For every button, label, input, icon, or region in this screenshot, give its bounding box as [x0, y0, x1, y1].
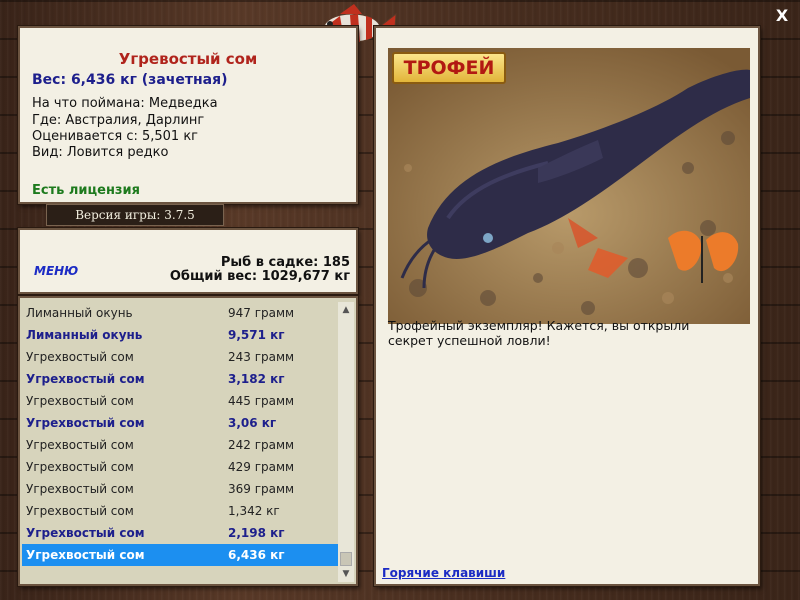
hotkeys-link[interactable]: Горячие клавиши [382, 566, 505, 580]
list-item-weight: 2,198 кг [228, 526, 285, 540]
list-item-weight: 429 грамм [228, 460, 295, 474]
trophy-panel: ТРОФЕЙ Трофейный экземпляр! Кажется, вы … [374, 26, 760, 586]
valued-from-info: Оценивается с: 5,501 кг [32, 129, 199, 144]
list-item[interactable]: Угрехвостый сом 243 грамм [22, 346, 340, 368]
list-item-name: Угрехвостый сом [26, 438, 134, 452]
list-item[interactable]: Угрехвостый сом 242 грамм [22, 434, 340, 456]
location-info: Где: Австралия, Дарлинг [32, 113, 205, 128]
list-item[interactable]: Угрехвостый сом 3,06 кг [22, 412, 340, 434]
list-item-weight: 6,436 кг [228, 548, 285, 562]
list-item-name: Угрехвостый сом [26, 504, 134, 518]
game-version: Версия игры: 3.7.5 [46, 204, 224, 226]
fish-title: Угревостый сом [118, 50, 258, 68]
list-item-name: Угрехвостый сом [26, 482, 134, 496]
menu-button[interactable]: МЕНЮ [34, 264, 78, 278]
list-item-name: Угрехвостый сом [26, 394, 134, 408]
list-item-name: Угрехвостый сом [26, 372, 145, 386]
list-item-name: Угрехвостый сом [26, 350, 134, 364]
rarity-info: Вид: Ловится редко [32, 145, 169, 160]
list-item-weight: 3,06 кг [228, 416, 277, 430]
list-item[interactable]: Угрехвостый сом 2,198 кг [22, 522, 340, 544]
catch-list-panel: Лиманный окунь 947 грамм Лиманный окунь 9,5… [18, 296, 358, 586]
list-item-name: Угрехвостый сом [26, 416, 145, 430]
fish-info-panel: Угревостый сом Вес: 6,436 кг (зачетная) … [18, 26, 358, 204]
list-item-weight: 445 грамм [228, 394, 295, 408]
list-item-weight: 369 грамм [228, 482, 295, 496]
fish-photo [388, 48, 750, 324]
scrollbar[interactable]: ▲ ▼ [338, 302, 354, 582]
catch-list: Лиманный окунь 947 грамм Лиманный окунь 9,5… [22, 302, 340, 566]
list-item-name: Лиманный окунь [26, 306, 133, 320]
list-item[interactable]: Лиманный окунь 947 грамм [22, 302, 340, 324]
fish-count: Рыб в садке: 185 [220, 255, 350, 270]
scroll-thumb[interactable] [340, 552, 352, 566]
list-item-weight: 242 грамм [228, 438, 295, 452]
close-icon[interactable]: X [772, 6, 792, 26]
list-item[interactable]: Угрехвостый сом 3,182 кг [22, 368, 340, 390]
list-item[interactable]: Угрехвостый сом 429 грамм [22, 456, 340, 478]
list-item-name: Угрехвостый сом [26, 460, 134, 474]
chevron-up-icon[interactable]: ▲ [338, 302, 354, 318]
list-item-weight: 243 грамм [228, 350, 295, 364]
license-status: Есть лицензия [32, 183, 140, 198]
list-item[interactable]: Лиманный окунь 9,571 кг [22, 324, 340, 346]
list-item[interactable]: Угрехвостый сом 445 грамм [22, 390, 340, 412]
total-weight: Общий вес: 1029,677 кг [169, 269, 350, 284]
chevron-down-icon[interactable]: ▼ [338, 566, 354, 582]
list-item-weight: 3,182 кг [228, 372, 285, 386]
list-item-name: Лиманный окунь [26, 328, 143, 342]
list-item-weight: 9,571 кг [228, 328, 285, 342]
list-item-weight: 947 грамм [228, 306, 295, 320]
list-item[interactable]: Угрехвостый сом 1,342 кг [22, 500, 340, 522]
list-item-name: Угрехвостый сом [26, 526, 145, 540]
bait-info: На что поймана: Медведка [32, 96, 218, 111]
list-item-name: Угрехвостый сом [26, 548, 145, 562]
trophy-badge: ТРОФЕЙ [392, 52, 506, 84]
stats-panel: МЕНЮ Рыб в садке: 185 Общий вес: 1029,67… [18, 228, 358, 294]
trophy-description: Трофейный экземпляр! Кажется, вы открыли… [388, 318, 690, 348]
list-item[interactable]: Угрехвостый сом 6,436 кг [22, 544, 340, 566]
fish-weight: Вес: 6,436 кг (зачетная) [32, 72, 228, 88]
list-item-weight: 1,342 кг [228, 504, 280, 518]
list-item[interactable]: Угрехвостый сом 369 грамм [22, 478, 340, 500]
